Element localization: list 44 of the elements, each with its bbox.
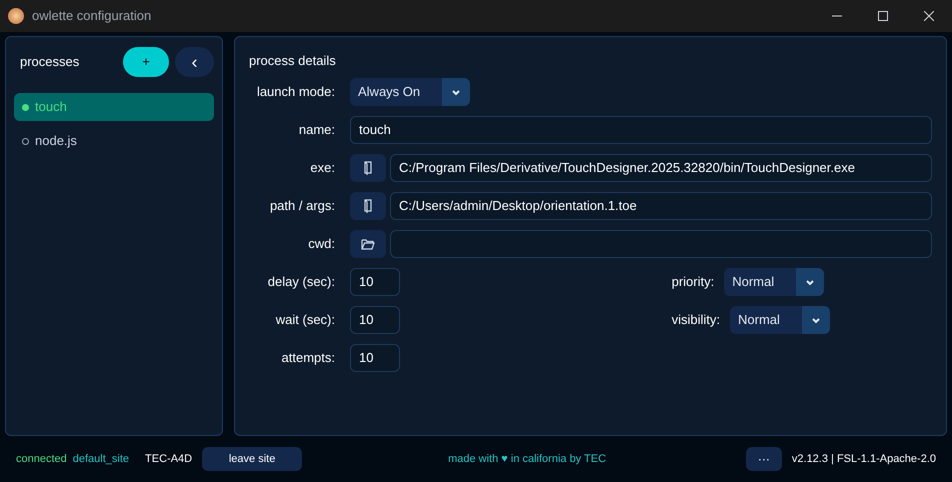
field-label: cwd: [307,235,335,254]
folder-icon [361,238,375,250]
input-field[interactable]: C:/Program Files/Derivative/TouchDesigner.2025.32820/bin/TouchDesigner.exe [390,154,932,182]
field-label: visibility: [672,311,720,330]
dropdown-select[interactable]: Normal [724,268,824,296]
field-label: attempts: [280,349,335,368]
file-icon [363,199,373,213]
chevron-down-icon [811,316,821,324]
window-title: owlette configuration [32,7,152,26]
connection-status: connected [16,452,67,467]
field-label: name: [298,121,335,140]
dropdown-select[interactable]: Normal [730,306,830,334]
number-field[interactable]: 10 [350,268,400,296]
machine-name: TEC-A4D [145,452,192,467]
input-field[interactable] [390,230,932,258]
browse-button[interactable] [350,230,386,258]
browse-button[interactable] [350,154,386,182]
process-item[interactable]: node.js [14,127,214,155]
chevron-down-icon [805,278,816,286]
number-field[interactable]: 10 [350,344,400,372]
field-label: exe: [309,159,335,178]
field-label: launch mode: [256,83,335,102]
version-text: v2.12.3 | FSL-1.1-Apache-2.0 [792,452,936,467]
field-label: path / args: [268,197,335,216]
credit-text: made with ♥ in california by TEC [448,452,606,467]
process-item[interactable]: touch [14,93,214,121]
more-button[interactable]: ··· [746,447,782,471]
field-label: wait (sec): [274,311,335,330]
field-label: priority: [672,273,714,292]
app-logo-icon [8,8,24,24]
leave-site-button[interactable]: leave site [202,447,302,471]
add-button[interactable]: + [123,47,169,77]
number-field[interactable]: 10 [350,306,400,334]
field-label: delay (sec): [266,273,335,292]
sidebar-title: processes [20,53,80,72]
browse-button[interactable] [350,192,386,220]
launch-mode-select[interactable]: Always On [350,78,470,106]
details-title: process details [249,52,337,69]
file-icon [363,161,373,175]
input-field[interactable]: C:/Users/admin/Desktop/orientation.1.toe [390,192,932,220]
site-name: default_site [72,452,130,467]
input-field[interactable]: touch [350,116,932,144]
collapse-button[interactable]: ‹ [175,47,214,77]
chevron-down-icon [451,88,461,96]
